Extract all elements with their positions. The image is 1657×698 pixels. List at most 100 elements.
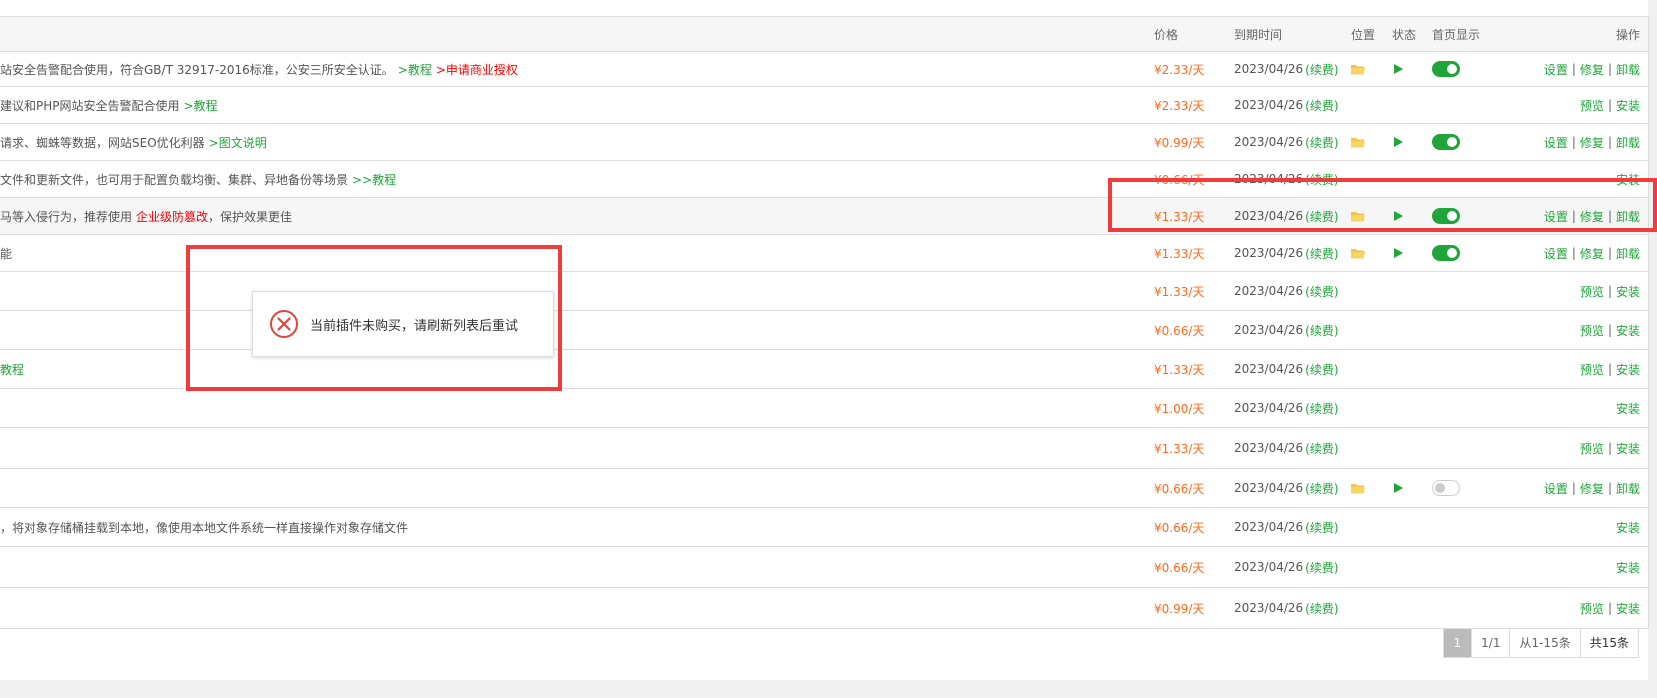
op-link[interactable]: 安装 bbox=[1616, 97, 1640, 114]
op-link[interactable]: 设置 bbox=[1544, 208, 1568, 225]
play-icon[interactable] bbox=[1392, 482, 1404, 494]
op-link[interactable]: 设置 bbox=[1544, 134, 1568, 151]
renew-link[interactable]: (续费) bbox=[1305, 171, 1338, 188]
description-link[interactable]: >>教程 bbox=[352, 171, 396, 188]
price-cell: ¥1.33/天 bbox=[1154, 362, 1205, 377]
expire-cell: 2023/04/26 (续费) bbox=[1234, 124, 1346, 160]
op-link[interactable]: 安装 bbox=[1616, 400, 1640, 417]
play-icon[interactable] bbox=[1392, 247, 1404, 259]
plugin-table: 价格 到期时间 位置 状态 首页显示 操作 站安全告警配合使用，符合GB/T 3… bbox=[0, 16, 1649, 629]
op-link[interactable]: 卸载 bbox=[1616, 134, 1640, 151]
description-text: 能 bbox=[0, 246, 13, 261]
op-link[interactable]: 安装 bbox=[1616, 559, 1640, 576]
op-link[interactable]: 安装 bbox=[1616, 600, 1640, 617]
description-link[interactable]: >申请商业授权 bbox=[436, 61, 518, 78]
op-link[interactable]: 安装 bbox=[1616, 171, 1640, 188]
location-cell bbox=[1351, 311, 1381, 349]
separator: | bbox=[1571, 246, 1576, 260]
op-link[interactable]: 预览 bbox=[1580, 361, 1604, 378]
home-display-toggle[interactable] bbox=[1432, 245, 1460, 261]
renew-link[interactable]: (续费) bbox=[1305, 245, 1338, 262]
op-link[interactable]: 设置 bbox=[1544, 480, 1568, 497]
op-link[interactable]: 修复 bbox=[1580, 245, 1604, 262]
op-link[interactable]: 卸载 bbox=[1616, 61, 1640, 78]
toggle-knob bbox=[1447, 137, 1457, 147]
op-link[interactable]: 卸载 bbox=[1616, 245, 1640, 262]
op-link[interactable]: 预览 bbox=[1580, 322, 1604, 339]
renew-link[interactable]: (续费) bbox=[1305, 283, 1338, 300]
renew-link[interactable]: (续费) bbox=[1305, 559, 1338, 576]
home-display-toggle[interactable] bbox=[1432, 480, 1460, 496]
op-link[interactable]: 卸载 bbox=[1616, 208, 1640, 225]
op-link[interactable]: 设置 bbox=[1544, 61, 1568, 78]
op-link[interactable]: 修复 bbox=[1580, 61, 1604, 78]
home-display-toggle[interactable] bbox=[1432, 134, 1460, 150]
folder-icon[interactable] bbox=[1351, 211, 1365, 222]
play-icon[interactable] bbox=[1392, 136, 1404, 148]
folder-icon[interactable] bbox=[1351, 483, 1365, 494]
location-cell bbox=[1351, 588, 1381, 628]
home-display-toggle[interactable] bbox=[1432, 61, 1460, 77]
op-link[interactable]: 安装 bbox=[1616, 519, 1640, 536]
op-link[interactable]: 预览 bbox=[1580, 283, 1604, 300]
op-link[interactable]: 预览 bbox=[1580, 600, 1604, 617]
status-cell bbox=[1392, 52, 1422, 86]
operations-cell: 安装 bbox=[1480, 547, 1640, 587]
folder-icon[interactable] bbox=[1351, 137, 1365, 148]
separator: | bbox=[1607, 209, 1612, 223]
play-icon[interactable] bbox=[1392, 210, 1404, 222]
op-link[interactable]: 修复 bbox=[1580, 480, 1604, 497]
price-cell: ¥0.66/天 bbox=[1154, 481, 1205, 496]
operations-cell: 设置 | 修复 | 卸载 bbox=[1480, 124, 1640, 160]
op-link[interactable]: 安装 bbox=[1616, 283, 1640, 300]
expire-cell: 2023/04/26 (续费) bbox=[1234, 311, 1346, 349]
table-row: ，将对象存储桶挂载到本地，像使用本地文件系统一样直接操作对象存储文件 ¥0.66/… bbox=[0, 508, 1648, 547]
renew-link[interactable]: (续费) bbox=[1305, 600, 1338, 617]
renew-link[interactable]: (续费) bbox=[1305, 361, 1338, 378]
op-link[interactable]: 安装 bbox=[1616, 322, 1640, 339]
expire-date: 2023/04/26 bbox=[1234, 135, 1304, 149]
header-home-display: 首页显示 bbox=[1432, 27, 1481, 42]
renew-link[interactable]: (续费) bbox=[1305, 61, 1338, 78]
home-display-toggle[interactable] bbox=[1432, 208, 1460, 224]
op-link[interactable]: 安装 bbox=[1616, 440, 1640, 457]
status-cell bbox=[1392, 235, 1422, 271]
renew-link[interactable]: (续费) bbox=[1305, 519, 1338, 536]
renew-link[interactable]: (续费) bbox=[1305, 440, 1338, 457]
op-link[interactable]: 卸载 bbox=[1616, 480, 1640, 497]
separator: | bbox=[1607, 323, 1612, 337]
status-cell bbox=[1392, 272, 1422, 310]
renew-link[interactable]: (续费) bbox=[1305, 134, 1338, 151]
price-cell: ¥1.33/天 bbox=[1154, 246, 1205, 261]
renew-link[interactable]: (续费) bbox=[1305, 400, 1338, 417]
renew-link[interactable]: (续费) bbox=[1305, 480, 1338, 497]
table-row: 教程 ¥1.33/天 2023/04/26 (续费) 预览 | 安装 bbox=[0, 350, 1648, 389]
renew-link[interactable]: (续费) bbox=[1305, 97, 1338, 114]
description-link[interactable]: >图文说明 bbox=[209, 134, 267, 151]
op-link[interactable]: 修复 bbox=[1580, 208, 1604, 225]
description-link[interactable]: 企业级防篡改 bbox=[136, 208, 208, 225]
status-cell bbox=[1392, 588, 1422, 628]
separator: | bbox=[1607, 98, 1612, 112]
expire-date: 2023/04/26 bbox=[1234, 323, 1304, 337]
op-link[interactable]: 修复 bbox=[1580, 134, 1604, 151]
description-link[interactable]: 教程 bbox=[0, 361, 24, 378]
header-operations: 操作 bbox=[1615, 27, 1640, 42]
folder-icon[interactable] bbox=[1351, 64, 1365, 75]
table-row: ¥1.33/天 2023/04/26 (续费) 预览 | 安装 bbox=[0, 428, 1648, 469]
price-cell: ¥0.66/天 bbox=[1154, 172, 1205, 187]
description-link[interactable]: >教程 bbox=[398, 61, 432, 78]
renew-link[interactable]: (续费) bbox=[1305, 208, 1338, 225]
play-icon[interactable] bbox=[1392, 63, 1404, 75]
op-link[interactable]: 预览 bbox=[1580, 97, 1604, 114]
op-link[interactable]: 设置 bbox=[1544, 245, 1568, 262]
description-link[interactable]: >教程 bbox=[184, 97, 218, 114]
renew-link[interactable]: (续费) bbox=[1305, 322, 1338, 339]
separator: | bbox=[1607, 284, 1612, 298]
op-link[interactable]: 预览 bbox=[1580, 440, 1604, 457]
table-row: 建议和PHP网站安全告警配合使用 >教程 ¥2.33/天 2023/04/26 (续费)… bbox=[0, 87, 1648, 124]
op-link[interactable]: 安装 bbox=[1616, 361, 1640, 378]
page-current[interactable]: 1 bbox=[1443, 629, 1472, 657]
folder-icon[interactable] bbox=[1351, 248, 1365, 259]
price-cell: ¥0.99/天 bbox=[1154, 135, 1205, 150]
